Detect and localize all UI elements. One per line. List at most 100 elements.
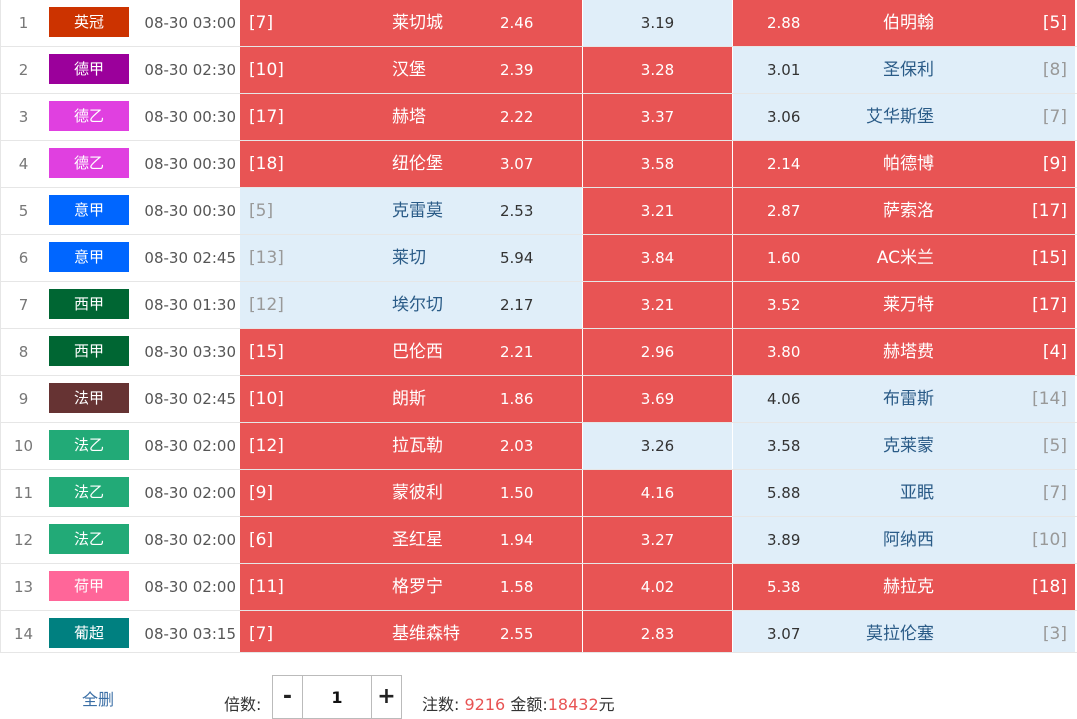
- match-row: 6 意甲 08-30 02:45 [13] 莱切 5.94 3.84 1.60 AC米兰 [15]: [0, 235, 1077, 282]
- clear-all-button[interactable]: 全删: [82, 686, 114, 710]
- home-rank: [9]: [249, 483, 274, 503]
- home-win-option[interactable]: [12] 埃尔切 2.17: [240, 282, 582, 328]
- away-win-option[interactable]: 3.07 莫拉伦塞 [3]: [733, 611, 1075, 657]
- away-rank: [15]: [1032, 248, 1067, 268]
- home-win-option[interactable]: [6] 圣红星 1.94: [240, 517, 582, 563]
- away-win-option[interactable]: 2.88 伯明翰 [5]: [733, 0, 1075, 46]
- away-team: 圣保利: [883, 60, 934, 80]
- home-win-option[interactable]: [10] 汉堡 2.39: [240, 47, 582, 93]
- league-badge: 意甲: [49, 242, 129, 272]
- home-odd: 1.58: [500, 578, 534, 596]
- home-win-option[interactable]: [7] 基维森特 2.55: [240, 611, 582, 657]
- draw-option[interactable]: 2.96: [583, 329, 732, 375]
- match-time: 08-30 00:30: [144, 108, 236, 126]
- row-number: 4: [0, 141, 46, 187]
- draw-option[interactable]: 3.21: [583, 188, 732, 234]
- away-win-option[interactable]: 3.01 圣保利 [8]: [733, 47, 1075, 93]
- home-team: 莱切: [392, 248, 426, 268]
- match-row: 5 意甲 08-30 00:30 [5] 克雷莫 2.53 3.21 2.87 萨索洛 [17]: [0, 188, 1077, 235]
- draw-option[interactable]: 4.16: [583, 470, 732, 516]
- draw-option[interactable]: 3.27: [583, 517, 732, 563]
- home-odd: 2.39: [500, 61, 534, 79]
- row-number: 13: [0, 564, 46, 610]
- away-team: 伯明翰: [883, 13, 934, 33]
- league-badge: 德甲: [49, 54, 129, 84]
- away-win-option[interactable]: 3.52 莱万特 [17]: [733, 282, 1075, 328]
- away-rank: [8]: [1042, 60, 1067, 80]
- draw-option[interactable]: 3.37: [583, 94, 732, 140]
- league-badge: 西甲: [49, 289, 129, 319]
- home-odd: 2.22: [500, 108, 534, 126]
- away-rank: [17]: [1032, 295, 1067, 315]
- home-win-option[interactable]: [13] 莱切 5.94: [240, 235, 582, 281]
- home-rank: [15]: [249, 342, 284, 362]
- match-time: 08-30 02:45: [144, 390, 236, 408]
- draw-option[interactable]: 3.84: [583, 235, 732, 281]
- draw-option[interactable]: 3.19: [583, 0, 732, 46]
- decrease-multiplier-button[interactable]: -: [272, 675, 302, 719]
- match-row: 1 英冠 08-30 03:00 [7] 莱切城 2.46 3.19 2.88 伯明翰 [5]: [0, 0, 1077, 47]
- multiplier-input[interactable]: [302, 675, 372, 719]
- away-rank: [10]: [1032, 530, 1067, 550]
- home-win-option[interactable]: [10] 朗斯 1.86: [240, 376, 582, 422]
- home-odd: 2.21: [500, 343, 534, 361]
- home-team: 赫塔: [392, 107, 426, 127]
- match-row: 11 法乙 08-30 02:00 [9] 蒙彼利 1.50 4.16 5.88 亚眠 [7]: [0, 470, 1077, 517]
- match-time: 08-30 03:00: [144, 14, 236, 32]
- draw-option[interactable]: 3.21: [583, 282, 732, 328]
- away-win-option[interactable]: 3.80 赫塔费 [4]: [733, 329, 1075, 375]
- away-win-option[interactable]: 5.88 亚眠 [7]: [733, 470, 1075, 516]
- draw-option[interactable]: 3.69: [583, 376, 732, 422]
- league-badge: 荷甲: [49, 571, 129, 601]
- draw-option[interactable]: 3.28: [583, 47, 732, 93]
- away-win-option[interactable]: 5.38 赫拉克 [18]: [733, 564, 1075, 610]
- away-win-option[interactable]: 1.60 AC米兰 [15]: [733, 235, 1075, 281]
- home-rank: [10]: [249, 389, 284, 409]
- draw-option[interactable]: 3.26: [583, 423, 732, 469]
- draw-option[interactable]: 4.02: [583, 564, 732, 610]
- home-win-option[interactable]: [15] 巴伦西 2.21: [240, 329, 582, 375]
- bets-label: 注数:: [422, 695, 460, 714]
- home-team: 莱切城: [392, 13, 443, 33]
- home-team: 圣红星: [392, 530, 443, 550]
- away-team: 萨索洛: [883, 201, 934, 221]
- away-win-option[interactable]: 3.89 阿纳西 [10]: [733, 517, 1075, 563]
- away-team: 莱万特: [883, 295, 934, 315]
- increase-multiplier-button[interactable]: +: [372, 675, 402, 719]
- match-row: 8 西甲 08-30 03:30 [15] 巴伦西 2.21 2.96 3.80 赫塔费 [4]: [0, 329, 1077, 376]
- home-win-option[interactable]: [5] 克雷莫 2.53: [240, 188, 582, 234]
- home-win-option[interactable]: [7] 莱切城 2.46: [240, 0, 582, 46]
- away-odd: 3.01: [767, 61, 801, 79]
- home-odd: 1.94: [500, 531, 534, 549]
- away-win-option[interactable]: 2.87 萨索洛 [17]: [733, 188, 1075, 234]
- away-win-option[interactable]: 4.06 布雷斯 [14]: [733, 376, 1075, 422]
- home-team: 拉瓦勒: [392, 436, 443, 456]
- home-team: 蒙彼利: [392, 483, 443, 503]
- away-odd: 3.07: [767, 625, 801, 643]
- away-team: AC米兰: [876, 248, 934, 268]
- away-rank: [9]: [1042, 154, 1067, 174]
- match-row: 14 葡超 08-30 03:15 [7] 基维森特 2.55 2.83 3.07 莫拉伦塞 [3…: [0, 611, 1077, 658]
- away-rank: [18]: [1032, 577, 1067, 597]
- home-win-option[interactable]: [11] 格罗宁 1.58: [240, 564, 582, 610]
- row-number: 10: [0, 423, 46, 469]
- draw-option[interactable]: 3.58: [583, 141, 732, 187]
- away-win-option[interactable]: 3.06 艾华斯堡 [7]: [733, 94, 1075, 140]
- draw-option[interactable]: 2.83: [583, 611, 732, 657]
- away-win-option[interactable]: 2.14 帕德博 [9]: [733, 141, 1075, 187]
- away-rank: [14]: [1032, 389, 1067, 409]
- home-team: 克雷莫: [392, 201, 443, 221]
- row-number: 8: [0, 329, 46, 375]
- away-odd: 1.60: [767, 249, 801, 267]
- home-win-option[interactable]: [12] 拉瓦勒 2.03: [240, 423, 582, 469]
- home-win-option[interactable]: [18] 纽伦堡 3.07: [240, 141, 582, 187]
- away-odd: 5.88: [767, 484, 801, 502]
- league-badge: 法乙: [49, 524, 129, 554]
- match-row: 13 荷甲 08-30 02:00 [11] 格罗宁 1.58 4.02 5.38 赫拉克 [18…: [0, 564, 1077, 611]
- away-win-option[interactable]: 3.58 克莱蒙 [5]: [733, 423, 1075, 469]
- home-odd: 2.46: [500, 14, 534, 32]
- home-win-option[interactable]: [9] 蒙彼利 1.50: [240, 470, 582, 516]
- home-team: 基维森特: [392, 624, 460, 644]
- home-win-option[interactable]: [17] 赫塔 2.22: [240, 94, 582, 140]
- match-time: 08-30 02:00: [144, 578, 236, 596]
